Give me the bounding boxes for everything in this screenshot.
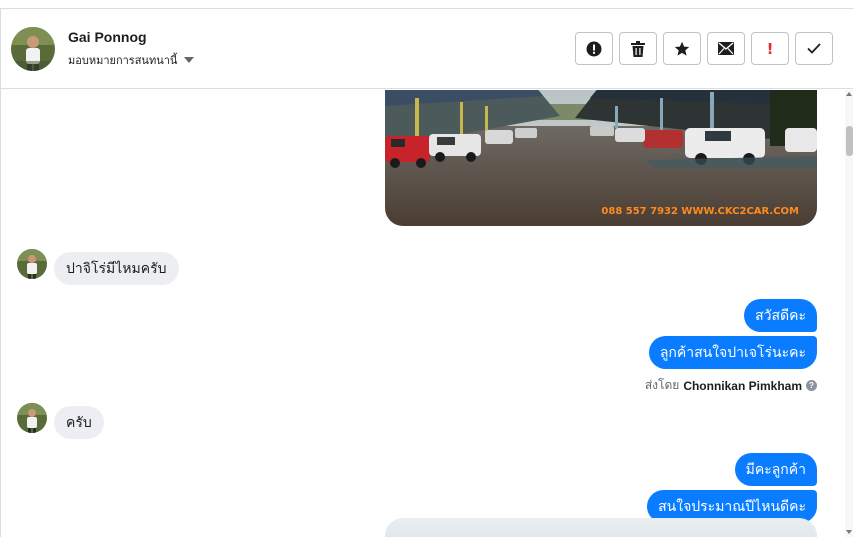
star-icon xyxy=(674,41,690,57)
message-thread[interactable]: 088 557 7932 WWW.CKC2CAR.COM ปาจิโร่มีไห… xyxy=(1,90,853,537)
trash-icon xyxy=(631,40,645,57)
check-icon xyxy=(807,43,821,54)
customer-avatar[interactable] xyxy=(17,403,47,433)
sent-by-prefix: ส่งโดย xyxy=(644,378,680,392)
sent-by-label: ส่งโดย Chonnikan Pimkham ? xyxy=(645,376,817,395)
spam-button[interactable] xyxy=(575,32,613,65)
scroll-down-arrow-icon[interactable] xyxy=(846,530,852,534)
customer-avatar[interactable] xyxy=(17,249,47,279)
contact-name[interactable]: Gai Ponnog xyxy=(68,29,147,45)
envelope-icon xyxy=(718,42,734,55)
alert-circle-icon xyxy=(586,41,602,57)
attached-photo[interactable] xyxy=(385,518,817,537)
outgoing-message[interactable]: มีคะลูกค้า xyxy=(734,453,817,486)
sent-by-name: Chonnikan Pimkham xyxy=(683,378,802,393)
car-lot-photo[interactable]: 088 557 7932 WWW.CKC2CAR.COM xyxy=(385,90,817,226)
delete-button[interactable] xyxy=(619,32,657,65)
scrollbar[interactable] xyxy=(845,90,853,537)
photo-watermark: 088 557 7932 WWW.CKC2CAR.COM xyxy=(601,206,799,217)
star-button[interactable] xyxy=(663,32,701,65)
follow-up-button[interactable]: ! xyxy=(751,32,789,65)
mark-unread-button[interactable] xyxy=(707,32,745,65)
done-button[interactable] xyxy=(795,32,833,65)
assign-label: มอบหมายการสนทนานี้ xyxy=(68,55,178,67)
conversation-actions: ! xyxy=(575,32,833,65)
exclamation-icon: ! xyxy=(766,39,774,58)
assign-conversation-dropdown[interactable]: มอบหมายการสนทนานี้ xyxy=(68,51,195,69)
contact-avatar[interactable] xyxy=(11,27,55,71)
conversation-panel: Gai Ponnog มอบหมายการสนทนานี้ ! 088 557 … xyxy=(0,8,853,537)
outgoing-message[interactable]: ลูกค้าสนใจปาเจโร่นะคะ xyxy=(648,336,817,369)
conversation-header: Gai Ponnog มอบหมายการสนทนานี้ ! xyxy=(1,9,853,89)
outgoing-message[interactable]: สวัสดีคะ xyxy=(744,299,817,332)
scrollbar-thumb[interactable] xyxy=(846,126,853,156)
incoming-message[interactable]: ครับ xyxy=(54,406,104,439)
scroll-up-arrow-icon[interactable] xyxy=(846,92,852,96)
incoming-message[interactable]: ปาจิโร่มีไหมครับ xyxy=(54,252,179,285)
help-icon[interactable]: ? xyxy=(806,380,817,391)
caret-down-icon xyxy=(184,57,195,63)
